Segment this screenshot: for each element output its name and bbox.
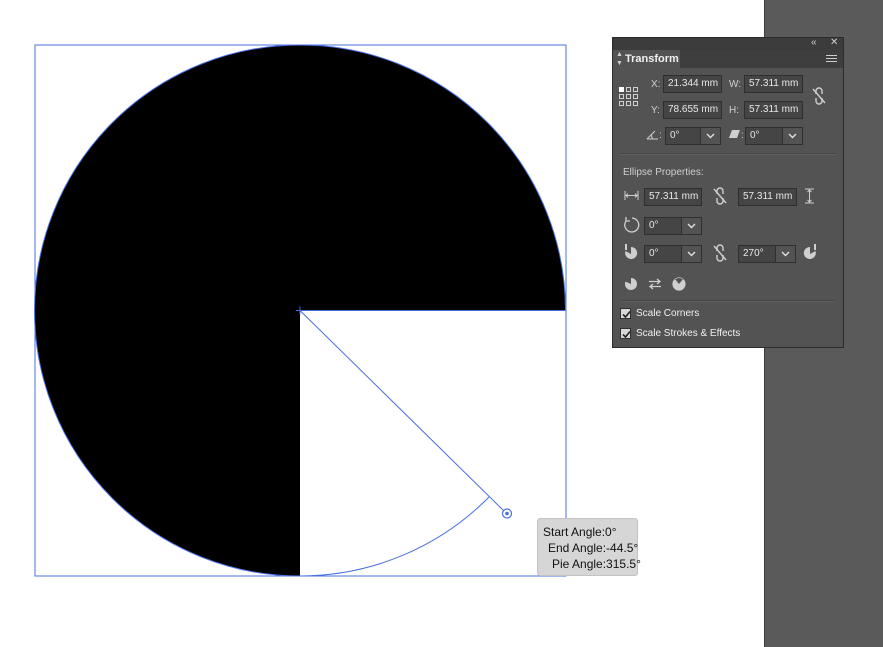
- shear-suffix: :: [741, 130, 744, 141]
- chevron-down-icon: [687, 251, 696, 257]
- ellipse-height-icon: [805, 188, 814, 204]
- transform-panel: « ✕ ▲ ▼ Transform X: 21.344 mm W: 57.311 …: [612, 37, 844, 348]
- shear-icon: [729, 130, 740, 138]
- ellipse-width-icon: [624, 191, 639, 200]
- swap-arrows-icon[interactable]: [648, 278, 662, 290]
- close-panel-icon[interactable]: ✕: [830, 37, 838, 49]
- tooltip-pie-angle: Pie Angle:315.5°: [552, 557, 641, 571]
- section-divider: [621, 300, 835, 302]
- ellipse-height-field[interactable]: 57.311 mm: [738, 188, 797, 206]
- shear-field[interactable]: 0°: [745, 127, 783, 145]
- h-label: H:: [729, 105, 739, 116]
- pie-widget-handle[interactable]: [501, 508, 513, 519]
- x-position-field[interactable]: 21.344 mm: [663, 75, 722, 93]
- chevron-down-icon: [687, 223, 696, 229]
- pie-angle-line: [299, 310, 506, 513]
- rotate-icon: [646, 130, 658, 140]
- pie-end-icon: [803, 244, 816, 259]
- width-field[interactable]: 57.311 mm: [744, 75, 803, 93]
- panel-tab-bar: ▲ ▼ Transform: [613, 50, 843, 68]
- height-field[interactable]: 57.311 mm: [744, 101, 803, 119]
- pie-shape-icon[interactable]: [624, 277, 638, 291]
- reference-point-grid-icon[interactable]: [619, 87, 638, 106]
- link-pie-angles-icon[interactable]: [713, 244, 727, 262]
- y-label: Y:: [651, 105, 660, 116]
- ellipse-properties-title: Ellipse Properties:: [623, 167, 704, 178]
- section-divider: [621, 153, 835, 155]
- link-broken-icon[interactable]: [713, 187, 727, 205]
- ellipse-rotate-icon: [624, 217, 640, 233]
- panel-menu-icon[interactable]: [826, 55, 837, 64]
- chevron-down-icon: [706, 133, 715, 139]
- invert-pie-icon[interactable]: [672, 277, 686, 291]
- pie-start-icon: [625, 244, 638, 259]
- angle-tooltip: Start Angle:0° End Angle:-44.5° Pie Angl…: [537, 518, 641, 576]
- checkmark-icon: [622, 310, 631, 319]
- w-label: W:: [729, 79, 742, 90]
- rotate-suffix: :: [659, 130, 662, 141]
- chevron-down-icon: [781, 251, 790, 257]
- panel-title-bar[interactable]: « ✕: [613, 37, 843, 50]
- tab-transform-label: Transform: [625, 53, 679, 65]
- tooltip-end-angle: End Angle:-44.5°: [548, 541, 639, 555]
- collapse-panel-icon[interactable]: «: [811, 37, 817, 49]
- pie-end-dropdown[interactable]: [776, 245, 796, 263]
- chevron-down-icon: [788, 133, 797, 139]
- pie-end-field[interactable]: 270°: [738, 245, 776, 263]
- rotate-dropdown[interactable]: [701, 127, 721, 145]
- ellipse-rotation-dropdown[interactable]: [682, 217, 702, 235]
- scale-corners-label: Scale Corners: [636, 308, 700, 319]
- checkmark-icon: [622, 330, 631, 339]
- y-position-field[interactable]: 78.655 mm: [663, 101, 722, 119]
- pie-start-field[interactable]: 0°: [644, 245, 682, 263]
- scale-corners-checkbox[interactable]: [620, 308, 631, 319]
- tab-expand-icon[interactable]: ▲ ▼: [616, 50, 623, 68]
- pie-start-dropdown[interactable]: [682, 245, 702, 263]
- ellipse-rotation-field[interactable]: 0°: [644, 217, 682, 235]
- scale-strokes-checkbox[interactable]: [620, 328, 631, 339]
- rotate-field[interactable]: 0°: [665, 127, 701, 145]
- pie-arc-preview: [299, 496, 490, 577]
- tab-transform[interactable]: ▲ ▼ Transform: [613, 50, 680, 68]
- scale-strokes-label: Scale Strokes & Effects: [636, 328, 741, 339]
- shear-dropdown[interactable]: [783, 127, 803, 145]
- ellipse-width-field[interactable]: 57.311 mm: [644, 188, 702, 206]
- x-label: X:: [651, 79, 661, 90]
- constrain-proportions-icon[interactable]: [812, 87, 826, 105]
- tooltip-start-angle: Start Angle:0°: [543, 525, 617, 539]
